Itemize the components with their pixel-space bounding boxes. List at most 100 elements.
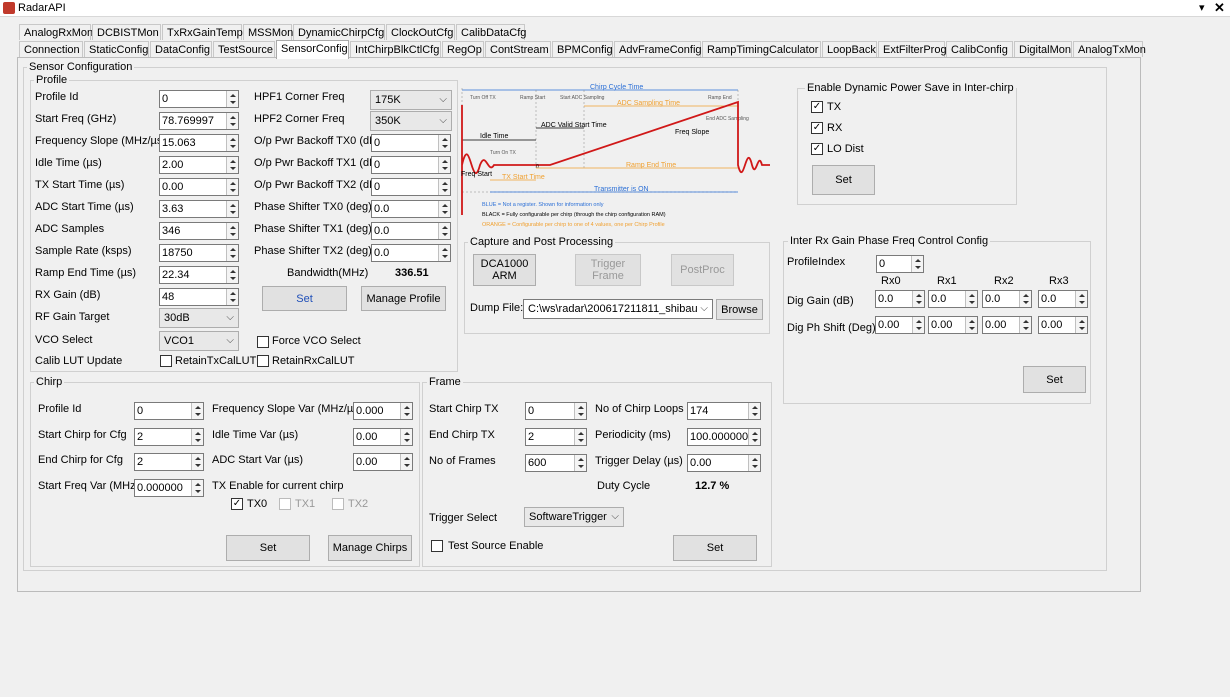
- spin-arrows-icon[interactable]: [226, 179, 238, 195]
- tab-digitalmon[interactable]: DigitalMon: [1014, 41, 1072, 57]
- power-save-lo-checkbox[interactable]: ✓: [811, 143, 823, 155]
- spin-arrows-icon[interactable]: [1075, 317, 1087, 333]
- spin-arrows-icon[interactable]: [226, 135, 238, 151]
- tx0-checkbox[interactable]: ✓: [231, 498, 243, 510]
- spin-arrows-icon[interactable]: [438, 157, 450, 173]
- tab-staticconfig[interactable]: StaticConfig: [84, 41, 149, 57]
- spin-arrows-icon[interactable]: [191, 403, 203, 419]
- spin-arrows-icon[interactable]: [226, 223, 238, 239]
- hpf2-select[interactable]: 350K ⌵: [370, 111, 452, 131]
- tab-bpmconfig[interactable]: BPMConfig: [552, 41, 613, 57]
- dig-gain-rx2-input[interactable]: 0.0: [982, 290, 1032, 308]
- adc-start-var-input[interactable]: 0.00: [353, 453, 413, 471]
- spin-arrows-icon[interactable]: [438, 201, 450, 217]
- hpf1-select[interactable]: 175K ⌵: [370, 90, 452, 110]
- spin-arrows-icon[interactable]: [1019, 291, 1031, 307]
- periodicity-input[interactable]: 100.000000: [687, 428, 761, 446]
- force-vco-select-checkbox[interactable]: [257, 336, 269, 348]
- dca1000-arm-button[interactable]: DCA1000 ARM: [473, 254, 536, 286]
- tx2-checkbox[interactable]: [332, 498, 344, 510]
- tab-advframeconfig[interactable]: AdvFrameConfig: [614, 41, 702, 57]
- backoff-tx1-input[interactable]: 0: [371, 156, 451, 174]
- window-close-icon[interactable]: ✕: [1214, 0, 1225, 16]
- spin-arrows-icon[interactable]: [438, 223, 450, 239]
- tab-txrxgaintemp[interactable]: TxRxGainTemp: [162, 24, 243, 40]
- chirp-set-button[interactable]: Set: [226, 535, 310, 561]
- spin-arrows-icon[interactable]: [400, 454, 412, 470]
- tab-analogtxmon[interactable]: AnalogTxMon: [1073, 41, 1146, 57]
- start-freq-var-input[interactable]: 0.000000: [134, 479, 204, 497]
- spin-arrows-icon[interactable]: [191, 454, 203, 470]
- spin-arrows-icon[interactable]: [438, 135, 450, 151]
- dump-file-select[interactable]: C:\ws\radar\200617211811_shibaur ⌵: [523, 299, 713, 319]
- frame-set-button[interactable]: Set: [673, 535, 757, 561]
- manage-chirps-button[interactable]: Manage Chirps: [328, 535, 412, 561]
- spin-arrows-icon[interactable]: [400, 429, 412, 445]
- start-chirp-tx-input[interactable]: 0: [525, 402, 587, 420]
- spin-arrows-icon[interactable]: [748, 455, 760, 471]
- dig-gain-rx1-input[interactable]: 0.0: [928, 290, 978, 308]
- dig-ph-rx3-input[interactable]: 0.00: [1038, 316, 1088, 334]
- trigger-frame-button[interactable]: Trigger Frame: [575, 254, 641, 286]
- dig-gain-rx3-input[interactable]: 0.0: [1038, 290, 1088, 308]
- window-menu-chevron-icon[interactable]: ▾: [1199, 1, 1205, 14]
- tab-intchirpblkctlcfg[interactable]: IntChirpBlkCtlCfg: [350, 41, 441, 57]
- spin-arrows-icon[interactable]: [226, 289, 238, 305]
- dig-ph-rx1-input[interactable]: 0.00: [928, 316, 978, 334]
- backoff-tx2-input[interactable]: 0: [371, 178, 451, 196]
- tab-testsource[interactable]: TestSource: [213, 41, 275, 57]
- tx1-checkbox[interactable]: [279, 498, 291, 510]
- rf-gain-target-select[interactable]: 30dB ⌵: [159, 308, 239, 328]
- no-of-frames-input[interactable]: 600: [525, 454, 587, 472]
- tab-analogrxmon[interactable]: AnalogRxMon: [19, 24, 93, 40]
- dig-ph-rx0-input[interactable]: 0.00: [875, 316, 925, 334]
- tab-extfilterprog[interactable]: ExtFilterProg: [878, 41, 947, 57]
- freq-slope-input[interactable]: 15.063: [159, 134, 239, 152]
- trigger-select[interactable]: SoftwareTrigger ⌵: [524, 507, 624, 527]
- spin-arrows-icon[interactable]: [574, 455, 586, 471]
- spin-arrows-icon[interactable]: [226, 113, 238, 129]
- chirp-profile-id-input[interactable]: 0: [134, 402, 204, 420]
- tab-regop[interactable]: RegOp: [442, 41, 484, 57]
- tab-clockoutcfg[interactable]: ClockOutCfg: [386, 24, 455, 40]
- slope-var-input[interactable]: 0.000: [353, 402, 413, 420]
- trigger-delay-input[interactable]: 0.00: [687, 454, 761, 472]
- spin-arrows-icon[interactable]: [748, 403, 760, 419]
- sample-rate-input[interactable]: 18750: [159, 244, 239, 262]
- tx-start-time-input[interactable]: 0.00: [159, 178, 239, 196]
- spin-arrows-icon[interactable]: [226, 201, 238, 217]
- postproc-button[interactable]: PostProc: [671, 254, 734, 286]
- tab-mssmon[interactable]: MSSMon: [243, 24, 293, 40]
- spin-arrows-icon[interactable]: [912, 317, 924, 333]
- spin-arrows-icon[interactable]: [965, 291, 977, 307]
- rx-gain-input[interactable]: 48: [159, 288, 239, 306]
- tab-dcbistmon[interactable]: DCBISTMon: [92, 24, 161, 40]
- adc-samples-input[interactable]: 346: [159, 222, 239, 240]
- spin-arrows-icon[interactable]: [574, 403, 586, 419]
- chirp-loops-input[interactable]: 174: [687, 402, 761, 420]
- browse-button[interactable]: Browse: [716, 299, 763, 320]
- tab-sensorconfig[interactable]: SensorConfig: [276, 40, 349, 59]
- power-save-set-button[interactable]: Set: [812, 165, 875, 195]
- spin-arrows-icon[interactable]: [912, 291, 924, 307]
- power-save-rx-checkbox[interactable]: ✓: [811, 122, 823, 134]
- tab-loopback[interactable]: LoopBack: [822, 41, 877, 57]
- power-save-tx-checkbox[interactable]: ✓: [811, 101, 823, 113]
- tab-contstream[interactable]: ContStream: [485, 41, 551, 57]
- backoff-tx0-input[interactable]: 0: [371, 134, 451, 152]
- spin-arrows-icon[interactable]: [1019, 317, 1031, 333]
- profile-id-input[interactable]: 0: [159, 90, 239, 108]
- ramp-end-time-input[interactable]: 22.34: [159, 266, 239, 284]
- spin-arrows-icon[interactable]: [226, 91, 238, 107]
- spin-arrows-icon[interactable]: [1075, 291, 1087, 307]
- profile-index-input[interactable]: 0: [876, 255, 924, 273]
- spin-arrows-icon[interactable]: [191, 480, 203, 496]
- idle-time-var-input[interactable]: 0.00: [353, 428, 413, 446]
- retain-tx-cal-lut-checkbox[interactable]: [160, 355, 172, 367]
- tab-calibconfig[interactable]: CalibConfig: [946, 41, 1013, 57]
- manage-profile-button[interactable]: Manage Profile: [361, 286, 446, 311]
- spin-arrows-icon[interactable]: [226, 267, 238, 283]
- dig-gain-rx0-input[interactable]: 0.0: [875, 290, 925, 308]
- tab-dataconfig[interactable]: DataConfig: [150, 41, 212, 57]
- vco-select[interactable]: VCO1 ⌵: [159, 331, 239, 351]
